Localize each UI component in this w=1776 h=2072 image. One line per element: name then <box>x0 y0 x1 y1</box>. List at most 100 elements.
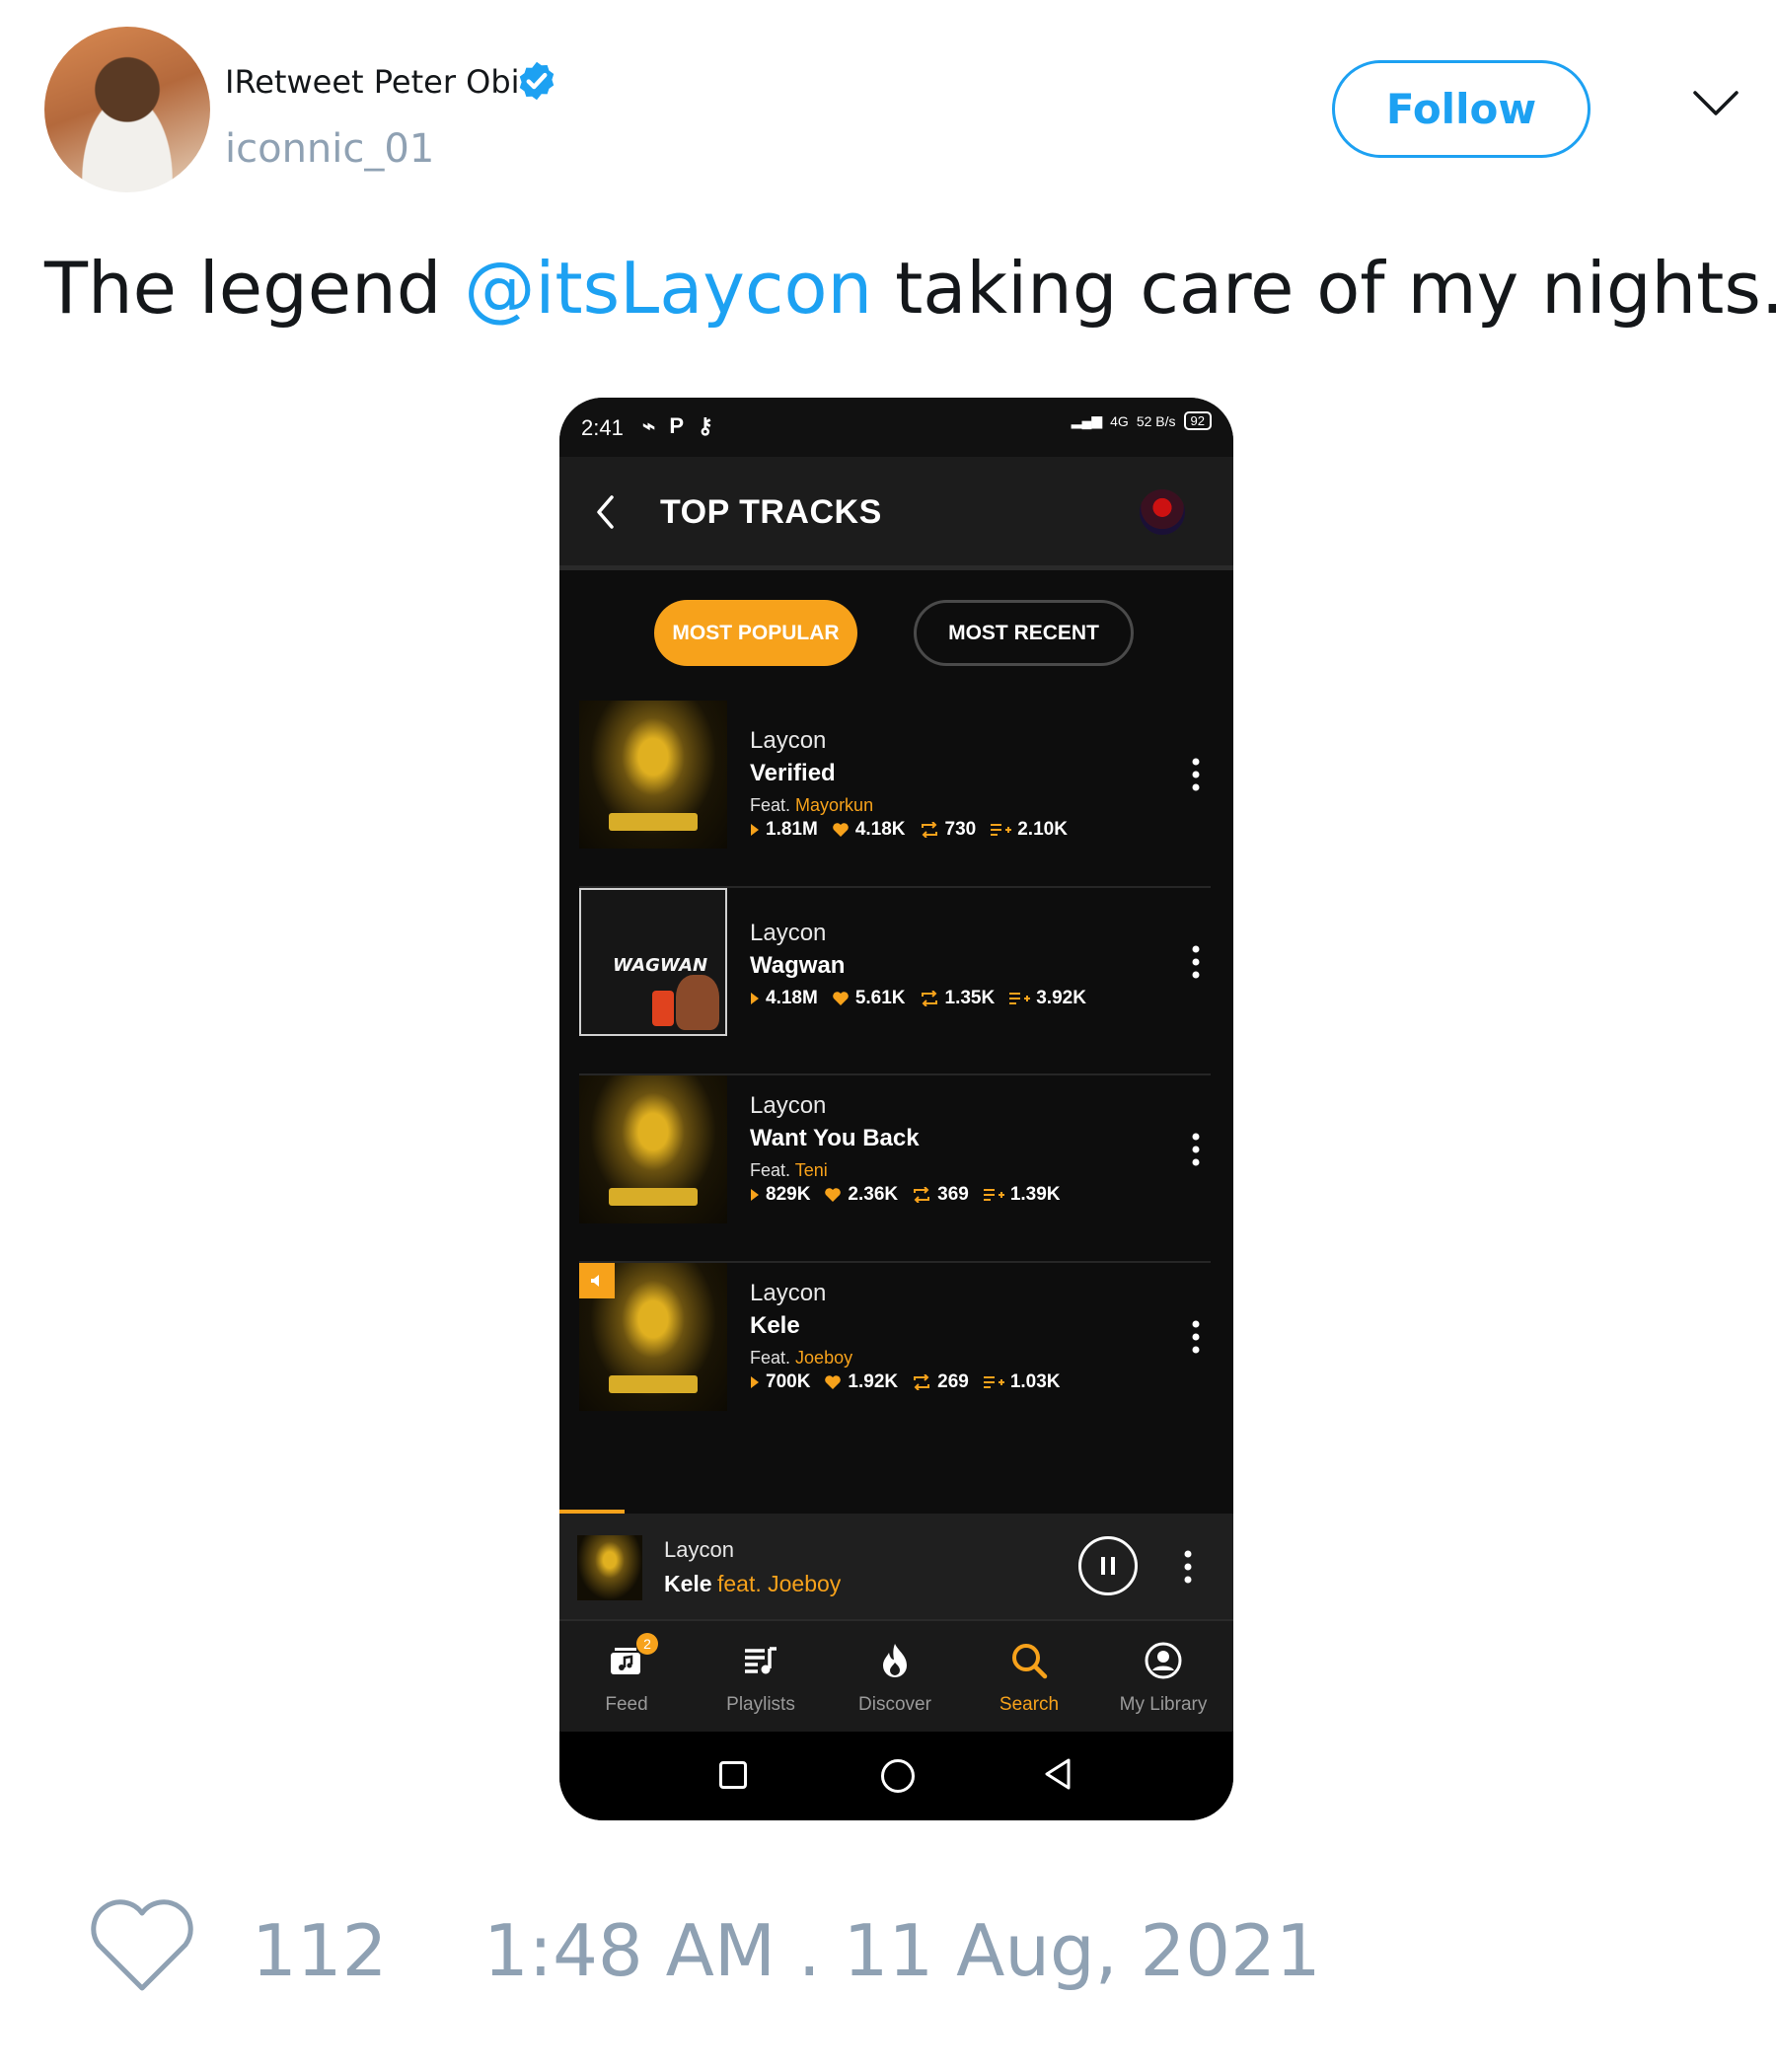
playlist-add-count: 2.10K <box>1017 819 1068 840</box>
play-count: 829K <box>766 1184 811 1205</box>
more-options-icon[interactable] <box>1191 1133 1201 1166</box>
track-row[interactable]: Laycon Verified Feat. Mayorkun 1.81M 4.1… <box>579 701 1211 888</box>
album-cover[interactable]: WAGWAN <box>579 888 727 1036</box>
like-count: 1.92K <box>848 1371 899 1392</box>
play-count: 1.81M <box>766 819 818 840</box>
playlist-add-icon <box>983 1189 1004 1201</box>
featured-artist[interactable]: Mayorkun <box>795 795 873 815</box>
cover-character <box>676 975 719 1030</box>
track-artist: Laycon <box>750 1092 827 1119</box>
author-handle[interactable]: iconnic_01 <box>225 126 434 172</box>
nav-label: Feed <box>605 1694 648 1715</box>
repost-count: 269 <box>937 1371 969 1392</box>
like-count-icon <box>833 823 849 837</box>
like-count-icon <box>825 1188 842 1202</box>
repost-count-icon <box>921 822 937 838</box>
track-stats: 700K 1.92K 269 1.03K <box>750 1371 1074 1393</box>
system-back-icon[interactable] <box>1043 1757 1073 1791</box>
tweet-text: The legend @itsLaycon taking care of my … <box>44 247 1776 330</box>
repost-count: 369 <box>937 1184 969 1205</box>
verified-badge-icon <box>519 61 555 101</box>
repost-count-icon <box>914 1374 930 1390</box>
playlist-add-count: 1.03K <box>1009 1371 1061 1392</box>
album-cover[interactable] <box>579 1263 727 1411</box>
repost-count: 730 <box>944 819 977 840</box>
account-icon <box>1145 1642 1182 1679</box>
system-navigation-bar <box>559 1732 1233 1820</box>
nav-my-library[interactable]: My Library <box>1096 1621 1230 1732</box>
like-count-icon <box>825 1375 842 1389</box>
album-cover[interactable] <box>579 1075 727 1223</box>
play-count-icon <box>751 824 759 836</box>
play-count: 700K <box>766 1371 811 1392</box>
phone-content-layer: Laycon Verified Feat. Mayorkun 1.81M 4.1… <box>559 398 1233 1820</box>
track-featuring: Feat. Teni <box>750 1160 828 1181</box>
more-options-icon[interactable] <box>1191 1320 1201 1354</box>
playlist-add-icon <box>983 1376 1004 1388</box>
track-stats: 1.81M 4.18K 730 2.10K <box>750 819 1081 841</box>
album-cover[interactable] <box>579 701 727 849</box>
mini-player-artist: Laycon <box>664 1537 734 1562</box>
play-count: 4.18M <box>766 988 818 1008</box>
track-title: Kele <box>750 1312 800 1339</box>
recents-icon[interactable] <box>719 1761 747 1789</box>
playlist-icon <box>745 1647 777 1674</box>
track-row[interactable]: WAGWAN Laycon Wagwan 4.18M 5.61K 1.35K 3… <box>579 888 1211 1075</box>
like-count: 2.36K <box>848 1184 899 1205</box>
nav-discover[interactable]: Discover <box>828 1621 962 1732</box>
pause-button[interactable] <box>1078 1536 1138 1595</box>
feat-prefix: Feat. <box>750 795 791 815</box>
nav-playlists[interactable]: Playlists <box>694 1621 828 1732</box>
nav-label: Discover <box>858 1694 931 1715</box>
playlist-add-icon <box>991 824 1012 836</box>
track-artist: Laycon <box>750 727 827 754</box>
track-title: Wagwan <box>750 952 846 979</box>
cover-title-text: WAGWAN <box>613 955 708 976</box>
play-count-icon <box>751 1376 759 1388</box>
feat-prefix: Feat. <box>750 1160 791 1180</box>
play-count-icon <box>751 1189 759 1201</box>
cover-illustration <box>652 991 674 1026</box>
playlist-add-count: 3.92K <box>1036 988 1086 1008</box>
tweet-text-start: The legend <box>44 247 465 330</box>
home-icon[interactable] <box>881 1759 915 1793</box>
mini-player-title: Kele <box>664 1571 712 1596</box>
nav-search[interactable]: Search <box>962 1621 1096 1732</box>
author-avatar[interactable] <box>44 27 210 192</box>
play-count-icon <box>751 993 759 1004</box>
like-count-icon <box>833 992 849 1005</box>
mini-player[interactable]: Laycon Kele feat. Joeboy <box>559 1514 1233 1619</box>
nav-label: Playlists <box>726 1694 795 1715</box>
feat-prefix: Feat. <box>750 1348 791 1368</box>
follow-button[interactable]: Follow <box>1332 60 1591 158</box>
track-artist: Laycon <box>750 920 827 946</box>
more-options-icon[interactable] <box>1191 758 1201 791</box>
tweet-text-end: taking care of my nights. <box>872 247 1776 330</box>
track-artist: Laycon <box>750 1280 827 1306</box>
nav-label: My Library <box>1119 1694 1208 1715</box>
chevron-down-icon[interactable] <box>1692 89 1739 118</box>
like-count: 4.18K <box>854 819 906 840</box>
tweet-timestamp[interactable]: 1:48 AM . 11 Aug, 2021 <box>483 1909 1321 1992</box>
like-heart-icon[interactable] <box>89 1899 195 1994</box>
track-featuring: Feat. Mayorkun <box>750 795 873 816</box>
track-row[interactable]: Laycon Want You Back Feat. Teni 829K 2.3… <box>579 1075 1211 1263</box>
like-count: 5.61K <box>854 988 906 1008</box>
track-title: Want You Back <box>750 1125 920 1151</box>
like-count: 112 <box>252 1909 388 1992</box>
track-title: Verified <box>750 760 836 786</box>
flame-icon <box>883 1644 907 1677</box>
playlist-add-count: 1.39K <box>1009 1184 1061 1205</box>
featured-artist[interactable]: Joeboy <box>795 1348 852 1368</box>
more-options-icon[interactable] <box>1183 1550 1193 1584</box>
more-options-icon[interactable] <box>1191 945 1201 979</box>
mention-link[interactable]: @itsLaycon <box>464 247 872 330</box>
author-display-name[interactable]: IRetweet Peter Obi <box>225 63 520 101</box>
mini-player-featuring: feat. Joeboy <box>717 1571 842 1596</box>
track-row[interactable]: Laycon Kele Feat. Joeboy 700K 1.92K 269 … <box>579 1263 1211 1450</box>
featured-artist[interactable]: Teni <box>795 1160 828 1180</box>
nav-feed[interactable]: 2 Feed <box>559 1621 694 1732</box>
repost-count-icon <box>921 991 937 1006</box>
bottom-navigation: 2 Feed Playlists Discover Search My Libr… <box>559 1619 1233 1732</box>
now-playing-speaker-icon <box>579 1263 615 1298</box>
